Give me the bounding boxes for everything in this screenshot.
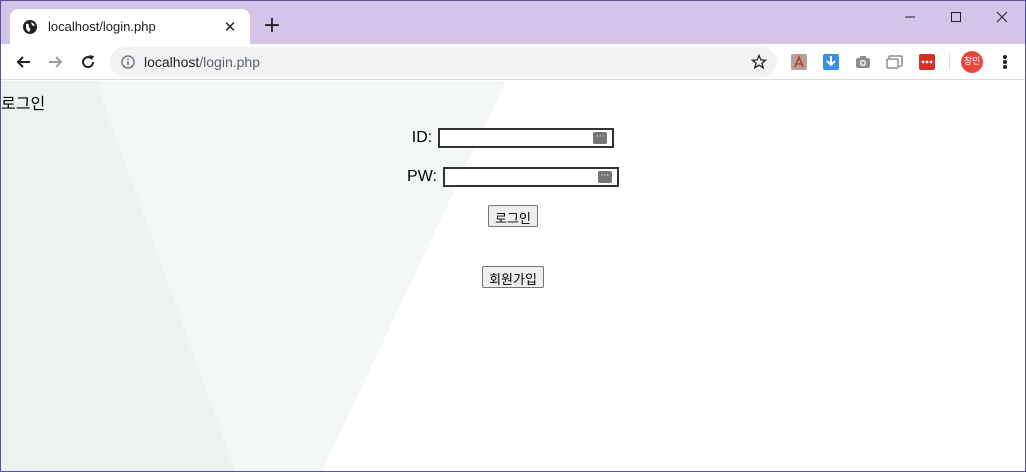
cast-extension-icon[interactable] bbox=[886, 53, 904, 71]
toolbar-separator bbox=[949, 54, 950, 70]
login-button[interactable]: 로그인 bbox=[488, 205, 538, 227]
url-text: localhost/login.php bbox=[144, 54, 749, 70]
forward-icon[interactable] bbox=[44, 50, 68, 74]
camera-extension-icon[interactable] bbox=[854, 53, 872, 71]
address-bar[interactable]: localhost/login.php bbox=[110, 47, 777, 77]
pdf-extension-icon[interactable] bbox=[790, 53, 808, 71]
password-manager-key-icon[interactable]: ··· bbox=[593, 132, 608, 144]
info-icon[interactable] bbox=[120, 54, 136, 70]
new-tab-button[interactable]: + bbox=[261, 15, 283, 37]
profile-avatar[interactable]: 창민 bbox=[961, 51, 983, 73]
url-path: /login.php bbox=[199, 54, 260, 70]
password-manager-key-icon[interactable]: ··· bbox=[597, 171, 612, 183]
minimize-button[interactable] bbox=[887, 5, 933, 29]
tab-title: localhost/login.php bbox=[48, 19, 156, 34]
browser-window: localhost/login.php ✕ + localhost/login.… bbox=[0, 0, 1026, 472]
close-window-button[interactable] bbox=[979, 5, 1025, 29]
pw-input[interactable]: ··· bbox=[442, 167, 619, 187]
kebab-menu-icon[interactable] bbox=[997, 52, 1013, 72]
page-heading: 로그인 bbox=[1, 94, 46, 113]
bookmark-star-icon[interactable] bbox=[749, 52, 769, 72]
id-label: ID: bbox=[411, 129, 433, 146]
more-extension-icon[interactable] bbox=[918, 53, 936, 71]
signup-button[interactable]: 회원가입 bbox=[482, 266, 544, 288]
id-input[interactable]: ··· bbox=[438, 128, 615, 148]
globe-icon bbox=[22, 19, 38, 35]
pw-label: PW: bbox=[407, 168, 437, 185]
signup-button-wrap: 회원가입 bbox=[1, 266, 1025, 288]
browser-toolbar: localhost/login.php 창민 bbox=[1, 44, 1025, 80]
back-icon[interactable] bbox=[11, 50, 35, 74]
maximize-button[interactable] bbox=[933, 5, 979, 29]
download-extension-icon[interactable] bbox=[822, 53, 840, 71]
page-viewport: 로그인 ID: ··· PW: ··· 로그인 회원가입 bbox=[1, 81, 1025, 471]
tab-active[interactable]: localhost/login.php ✕ bbox=[10, 9, 250, 44]
tab-strip: localhost/login.php ✕ + bbox=[1, 1, 1025, 44]
close-tab-icon[interactable]: ✕ bbox=[222, 19, 238, 35]
id-row: ID: ··· bbox=[1, 128, 1025, 148]
url-host: localhost bbox=[144, 54, 200, 70]
pw-row: PW: ··· bbox=[1, 167, 1025, 187]
reload-icon[interactable] bbox=[76, 50, 100, 74]
login-button-wrap: 로그인 bbox=[1, 205, 1025, 227]
